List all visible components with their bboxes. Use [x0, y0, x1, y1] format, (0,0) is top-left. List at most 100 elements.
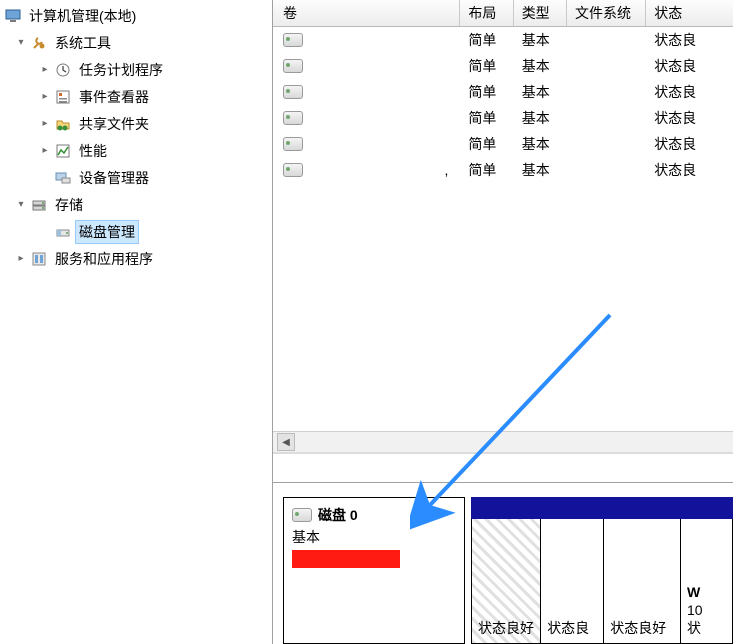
pane-splitter[interactable]	[273, 452, 733, 482]
disk-management-icon	[54, 223, 72, 241]
disk-layout-area: 磁盘 0 基本 状态良好状态良状态良好 W10状	[273, 482, 733, 644]
col-status[interactable]: 状态	[646, 0, 733, 26]
collapse-icon[interactable]: ▾	[14, 198, 28, 212]
clock-icon	[54, 61, 72, 79]
partition-status: 状	[687, 619, 726, 637]
partition-label: W	[687, 583, 726, 601]
horizontal-scrollbar[interactable]: ◀	[273, 431, 733, 452]
tree-item-services-apps[interactable]: ▸ 服务和应用程序	[0, 245, 272, 272]
volume-list-header[interactable]: 卷 布局 类型 文件系统 状态	[273, 0, 733, 27]
volume-icon	[283, 85, 303, 99]
volume-row[interactable]: 简单基本 状态良	[273, 27, 733, 53]
computer-icon	[4, 7, 22, 25]
tree-item-label: 性能	[76, 140, 110, 162]
partition-status: 状态良	[547, 619, 597, 637]
volume-cell	[273, 137, 460, 151]
event-viewer-icon	[54, 88, 72, 106]
tree-item-label: 事件查看器	[76, 86, 152, 108]
type-cell: 基本	[514, 160, 567, 180]
tree-item-performance[interactable]: ▸ 性能	[0, 137, 272, 164]
volume-row[interactable]: 简单基本 状态良	[273, 105, 733, 131]
shared-folder-icon	[54, 115, 72, 133]
volume-row[interactable]: 简单基本状态良	[273, 53, 733, 79]
volume-icon	[283, 163, 303, 177]
volume-cell	[273, 111, 460, 125]
tree-root[interactable]: 计算机管理(本地)	[0, 2, 272, 29]
storage-icon	[30, 196, 48, 214]
tree-item-label: 任务计划程序	[76, 59, 166, 81]
tree-item-label: 设备管理器	[76, 167, 152, 189]
col-filesystem[interactable]: 文件系统	[567, 0, 646, 26]
layout-cell: 简单	[460, 108, 513, 128]
tree-item-label: 服务和应用程序	[52, 248, 156, 270]
redacted-status	[292, 574, 340, 592]
volume-list-body[interactable]: 简单基本状态良简单基本状态良简单基本状态良简单基本状态良简单基本状态良,简单基本…	[273, 27, 733, 431]
type-cell: 基本	[514, 82, 567, 102]
performance-icon	[54, 142, 72, 160]
type-cell: 基本	[514, 134, 567, 154]
layout-cell: 简单	[460, 30, 513, 50]
status-cell: 状态良	[646, 108, 733, 128]
partition-sublabel: 10	[687, 601, 726, 619]
partition[interactable]: 状态良好	[471, 519, 541, 644]
status-cell: 状态良	[646, 30, 733, 50]
disk-partitions: 状态良好状态良状态良好 W10状	[471, 497, 733, 644]
type-cell: 基本	[514, 30, 567, 50]
volume-icon	[283, 33, 303, 47]
tree-item-storage[interactable]: ▾ 存储	[0, 191, 272, 218]
partition[interactable]: 状态良好	[604, 519, 681, 644]
redacted-capacity	[292, 550, 400, 568]
partition-status: 状态良好	[478, 619, 534, 637]
col-type[interactable]: 类型	[514, 0, 567, 26]
status-cell: 状态良	[646, 82, 733, 102]
tree-item-label: 系统工具	[52, 32, 114, 54]
expand-icon[interactable]: ▸	[38, 144, 52, 158]
volume-icon	[283, 59, 303, 73]
status-cell: 状态良	[646, 56, 733, 76]
layout-cell: 简单	[460, 82, 513, 102]
tree-item-label: 磁盘管理	[76, 221, 138, 243]
volume-row[interactable]: ,简单基本 状态良	[273, 157, 733, 183]
expand-icon[interactable]: ▸	[14, 252, 28, 266]
scroll-left-button[interactable]: ◀	[277, 433, 295, 451]
partition[interactable]: W10状	[681, 519, 733, 644]
tree-item-label: 共享文件夹	[76, 113, 152, 135]
tree-item-system-tools[interactable]: ▾ 系统工具	[0, 29, 272, 56]
layout-cell: 简单	[460, 134, 513, 154]
tree-root-label: 计算机管理(本地)	[26, 5, 139, 27]
disk-icon	[292, 508, 312, 522]
volume-icon	[283, 111, 303, 125]
col-layout[interactable]: 布局	[460, 0, 513, 26]
tree-item-event-viewer[interactable]: ▸ 事件查看器	[0, 83, 272, 110]
layout-cell: 简单	[460, 160, 513, 180]
tree-item-disk-management[interactable]: 磁盘管理	[0, 218, 272, 245]
layout-cell: 简单	[460, 56, 513, 76]
tree-item-label: 存储	[52, 194, 86, 216]
volume-icon	[283, 137, 303, 151]
status-cell: 状态良	[646, 160, 733, 180]
services-icon	[30, 250, 48, 268]
volume-cell	[273, 33, 460, 47]
tree-item-task-scheduler[interactable]: ▸ 任务计划程序	[0, 56, 272, 83]
volume-cell	[273, 59, 460, 73]
expand-icon[interactable]: ▸	[38, 117, 52, 131]
status-cell: 状态良	[646, 134, 733, 154]
navigation-tree[interactable]: 计算机管理(本地) ▾ 系统工具 ▸ 任务计划程序 ▸ 事件查看器 ▸	[0, 0, 273, 644]
tree-item-shared-folders[interactable]: ▸ 共享文件夹	[0, 110, 272, 137]
volume-cell: ,	[273, 162, 460, 178]
col-volume[interactable]: 卷	[273, 0, 460, 26]
volume-row[interactable]: 简单基本 状态良	[273, 131, 733, 157]
tree-item-device-manager[interactable]: 设备管理器	[0, 164, 272, 191]
volume-list[interactable]: 卷 布局 类型 文件系统 状态 简单基本状态良简单基本状态良简单基本状态良简单基…	[273, 0, 733, 452]
partition[interactable]: 状态良	[541, 519, 604, 644]
partition-status: 状态良好	[610, 619, 674, 637]
partitions-titlebar	[471, 497, 733, 519]
device-manager-icon	[54, 169, 72, 187]
expand-icon[interactable]: ▸	[38, 63, 52, 77]
collapse-icon[interactable]: ▾	[14, 36, 28, 50]
spacer	[38, 225, 52, 239]
type-cell: 基本	[514, 108, 567, 128]
volume-row[interactable]: 简单基本 状态良	[273, 79, 733, 105]
disk-info-box[interactable]: 磁盘 0 基本	[283, 497, 465, 644]
expand-icon[interactable]: ▸	[38, 90, 52, 104]
